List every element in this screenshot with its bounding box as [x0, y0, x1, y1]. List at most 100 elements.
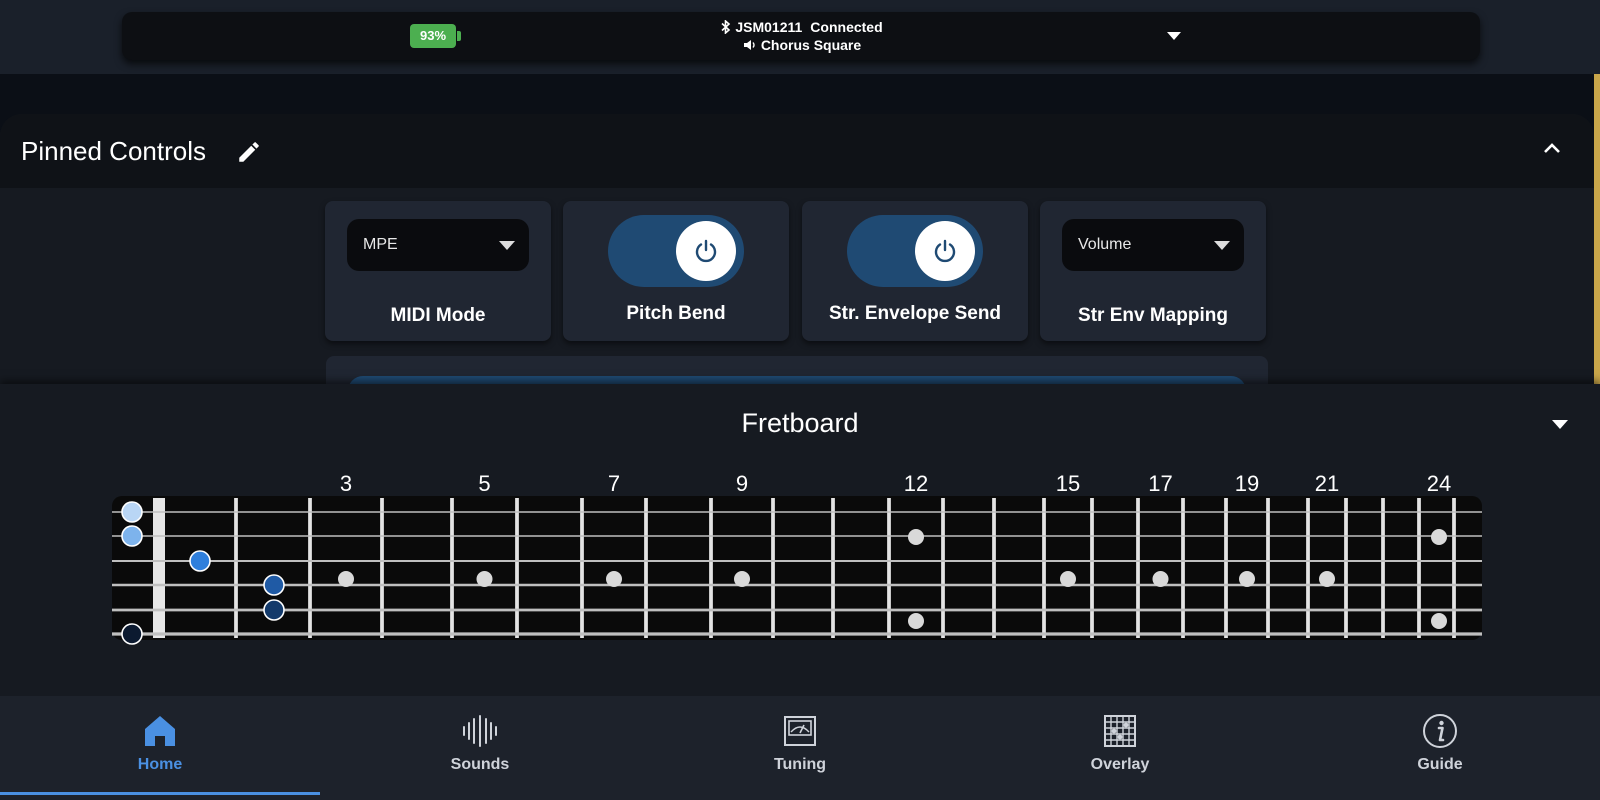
toggle-knob — [915, 221, 975, 281]
string-envelope-toggle[interactable] — [847, 215, 983, 287]
chevron-up-icon[interactable] — [1543, 142, 1561, 154]
finger-position-marker[interactable] — [121, 501, 143, 523]
fret-wire-highlight — [993, 498, 995, 638]
fret-number: 17 — [1148, 471, 1172, 496]
connection-info: JSM01211 Connected Chorus Square — [682, 18, 922, 54]
fret-wire-highlight — [832, 498, 834, 638]
fretboard-neck — [112, 496, 1482, 640]
fret-number: 7 — [608, 471, 620, 496]
device-id: JSM01211 — [735, 19, 803, 35]
nav-home[interactable]: Home — [0, 696, 320, 800]
nav-guide[interactable]: Guide — [1280, 696, 1600, 800]
current-sound: Chorus Square — [760, 37, 862, 53]
pinned-controls-header[interactable]: Pinned Controls — [0, 114, 1594, 188]
power-icon — [695, 239, 717, 263]
finger-position-marker[interactable] — [263, 599, 285, 621]
sounds-icon — [463, 715, 497, 747]
nav-home-label: Home — [137, 756, 183, 773]
nav-tuning-label: Tuning — [773, 756, 827, 773]
finger-position-marker[interactable] — [121, 525, 143, 547]
fret-wire-highlight — [516, 498, 518, 638]
string-envelope-card: Str. Envelope Send — [802, 201, 1028, 341]
battery-indicator: 93% — [410, 24, 461, 48]
fret-inlay-dot — [606, 571, 622, 587]
fret-wire-highlight — [888, 498, 890, 638]
overlay-icon — [1104, 715, 1136, 747]
nav-guide-label: Guide — [1417, 756, 1463, 773]
finger-position-marker[interactable] — [189, 550, 211, 572]
fret-inlay-dot — [1431, 613, 1447, 629]
nav-overlay[interactable]: Overlay — [960, 696, 1280, 800]
fret-wire-highlight — [942, 498, 944, 638]
fret-wire-highlight — [1307, 498, 1309, 638]
chevron-down-icon — [1214, 241, 1230, 250]
str-env-mapping-card: Volume Str Env Mapping — [1040, 201, 1266, 341]
fret-number: 5 — [478, 471, 490, 496]
finger-position-marker[interactable] — [121, 623, 143, 645]
string-envelope-label: Str. Envelope Send — [828, 303, 1002, 324]
fret-wire-highlight — [451, 498, 453, 638]
fretboard[interactable]: 3 5 7 9 12 15 17 19 21 24 — [0, 384, 1600, 696]
active-tab-indicator — [0, 792, 320, 795]
speaker-icon — [743, 40, 755, 50]
bluetooth-icon — [721, 20, 731, 34]
fret-inlay-dot — [1319, 571, 1335, 587]
fret-wire-highlight — [381, 498, 383, 638]
guide-icon — [1423, 714, 1457, 748]
fret-wire-highlight — [1225, 498, 1227, 638]
str-env-mapping-label: Str Env Mapping — [1078, 305, 1228, 326]
fret-wire-highlight — [309, 498, 311, 638]
fret-inlay-dot — [338, 571, 354, 587]
fret-inlay-dot — [1152, 571, 1169, 587]
fret-number: 24 — [1427, 471, 1451, 496]
nav-tuning[interactable]: Tuning — [640, 696, 960, 800]
fret-wire-highlight — [1137, 498, 1139, 638]
pitch-bend-toggle[interactable] — [608, 215, 744, 287]
midi-mode-card: MPE MIDI Mode — [325, 201, 551, 341]
fret-wire-highlight — [1453, 498, 1455, 638]
nut — [153, 498, 165, 638]
fret-wire-highlight — [1418, 498, 1420, 638]
nav-sounds[interactable]: Sounds — [320, 696, 640, 800]
tuning-icon — [784, 716, 816, 746]
fret-wire-highlight — [645, 498, 647, 638]
fret-wire-highlight — [772, 498, 774, 638]
pencil-icon[interactable] — [236, 139, 262, 165]
toggle-knob — [676, 221, 736, 281]
fret-number: 3 — [340, 471, 352, 496]
fret-number: 19 — [1235, 471, 1259, 496]
fret-wire-highlight — [1382, 498, 1384, 638]
fret-wire-highlight — [1182, 498, 1184, 638]
midi-mode-value: MPE — [363, 236, 398, 253]
power-icon — [934, 239, 956, 263]
chevron-down-icon[interactable] — [1167, 32, 1181, 40]
bottom-navigation: Home Sounds Tuning Overlay Guide — [0, 696, 1600, 800]
str-env-mapping-select[interactable]: Volume — [1062, 219, 1244, 271]
nav-overlay-label: Overlay — [1090, 756, 1150, 773]
chevron-down-icon — [499, 241, 515, 250]
nav-sounds-label: Sounds — [450, 756, 510, 773]
fret-inlay-dot — [1431, 529, 1447, 545]
fret-number: 21 — [1315, 471, 1339, 496]
midi-mode-select[interactable]: MPE — [347, 219, 529, 271]
fret-inlay-dot — [908, 613, 924, 629]
fretboard-panel: Fretboard 3 5 7 9 12 15 17 19 21 24 — [0, 384, 1600, 696]
str-env-mapping-value: Volume — [1078, 236, 1132, 253]
fret-number: 15 — [1056, 471, 1080, 496]
fret-wire-highlight — [1091, 498, 1093, 638]
fret-wire-highlight — [1267, 498, 1269, 638]
fret-inlay-dot — [476, 571, 493, 587]
fret-wire-highlight — [710, 498, 712, 638]
fret-number: 9 — [736, 471, 748, 496]
fret-wire-highlight — [581, 498, 583, 638]
scroll-indicator — [1594, 74, 1600, 404]
fret-number: 12 — [904, 471, 928, 496]
fret-wire-highlight — [1043, 498, 1045, 638]
fret-inlay-dot — [1239, 571, 1255, 587]
fret-inlay-dot — [1060, 571, 1076, 587]
finger-position-marker[interactable] — [263, 574, 285, 596]
device-status-bar[interactable]: 93% JSM01211 Connected Chorus Square — [122, 12, 1480, 60]
midi-mode-label: MIDI Mode — [390, 305, 486, 326]
pinned-controls-title: Pinned Controls — [21, 136, 206, 166]
fret-wire-highlight — [235, 498, 237, 638]
